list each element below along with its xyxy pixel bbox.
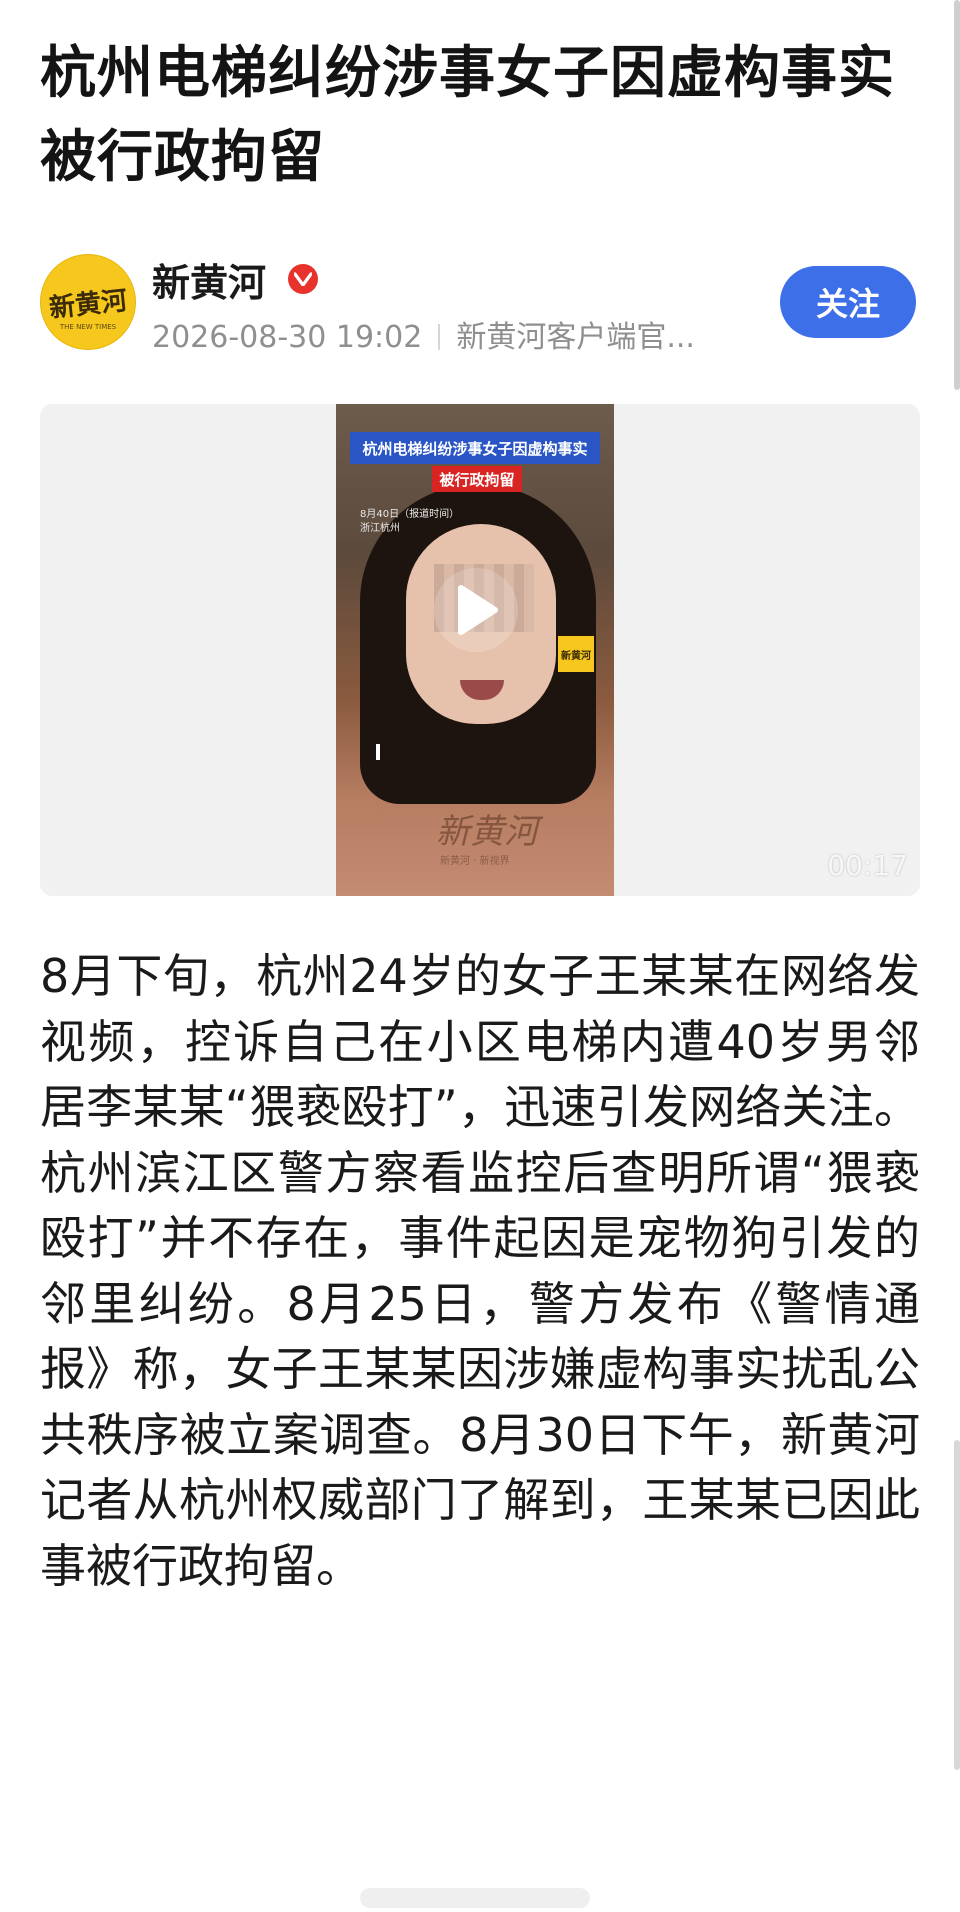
play-icon[interactable]	[434, 568, 518, 652]
video-duration: 00:17	[827, 849, 908, 882]
follow-button[interactable]: 关注	[780, 266, 916, 338]
bottom-blurred-bar	[360, 1888, 590, 1908]
video-watermark: 新黄河	[436, 812, 538, 852]
scrollbar-top[interactable]	[954, 0, 960, 390]
article-body: 8月下旬，杭州24岁的女子王某某在网络发视频，控诉自己在小区电梯内遭40岁男邻居…	[40, 949, 920, 1593]
article-title: 杭州电梯纠纷涉事女子因虚构事实被行政拘留	[40, 41, 895, 190]
post-meta: 2026-08-30 19:02 新黄河客户端官...	[152, 312, 695, 356]
avatar-logo-text: 新黄河	[47, 285, 129, 324]
video-banner-subheadline: 被行政拘留	[432, 466, 522, 492]
video-player[interactable]: 杭州电梯纠纷涉事女子因虚构事实 被行政拘留 8月40日（报道时间） 浙江杭州 新…	[40, 404, 920, 896]
verified-icon	[288, 264, 318, 294]
avatar-logo-subtext: THE NEW TIMES	[59, 323, 117, 331]
author-avatar[interactable]: 新黄河 THE NEW TIMES	[40, 254, 136, 350]
meta-divider	[438, 324, 441, 350]
author-name[interactable]: 新黄河	[152, 252, 266, 307]
video-caption: 8月40日（报道时间） 浙江杭州	[360, 509, 460, 534]
post-source: 新黄河客户端官...	[456, 320, 695, 355]
scrollbar-bottom[interactable]	[954, 1440, 960, 1770]
video-cursor-mark	[376, 744, 380, 760]
video-frame[interactable]: 杭州电梯纠纷涉事女子因虚构事实 被行政拘留 8月40日（报道时间） 浙江杭州 新…	[336, 404, 614, 896]
video-banner-headline: 杭州电梯纠纷涉事女子因虚构事实	[350, 432, 600, 464]
post-timestamp: 2026-08-30 19:02	[152, 320, 423, 355]
video-watermark-subtext: 新黄河 · 新视界	[440, 856, 510, 867]
author-row: 新黄河 THE NEW TIMES 新黄河 2026-08-30 19:02 新黄…	[40, 250, 920, 355]
video-mini-logo: 新黄河	[558, 636, 594, 672]
